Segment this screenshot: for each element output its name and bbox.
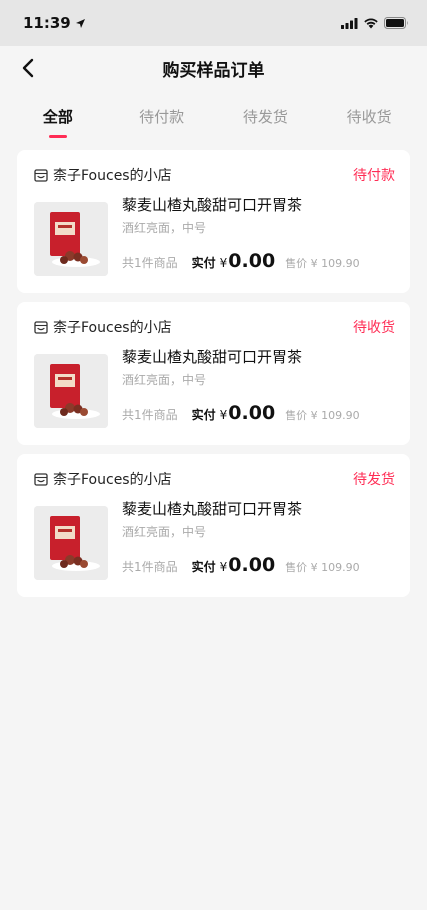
order-status: 待付款 bbox=[353, 168, 395, 184]
tab-label: 待付款 bbox=[139, 108, 185, 126]
product-name: 藜麦山楂丸酸甜可口开胃茶 bbox=[122, 348, 303, 366]
original-price: 售价 ¥ 109.90 bbox=[285, 561, 360, 574]
order-item[interactable]: 藜麦山楂丸酸甜可口开胃茶 酒红亮面，中号 共1件商品 实付 ¥ 0.00 售价 … bbox=[34, 348, 395, 428]
shop-link[interactable]: 柰子Fouces的小店 bbox=[34, 469, 172, 489]
paid-label: 实付 bbox=[191, 560, 216, 574]
status-icons bbox=[341, 17, 409, 29]
price-row: 共1件商品 实付 ¥ 0.00 售价 ¥ 109.90 bbox=[122, 402, 395, 424]
back-button[interactable] bbox=[14, 54, 42, 82]
currency-symbol: ¥ bbox=[219, 560, 228, 574]
original-price: 售价 ¥ 109.90 bbox=[285, 409, 360, 422]
tab-pending-receipt[interactable]: 待收货 bbox=[324, 106, 414, 127]
product-image bbox=[34, 354, 108, 428]
shop-name: 柰子Fouces的小店 bbox=[53, 472, 172, 488]
paid-label: 实付 bbox=[191, 256, 216, 270]
shop-icon bbox=[34, 168, 48, 182]
order-card[interactable]: 柰子Fouces的小店 待发货 藜麦山楂丸酸甜可口开胃茶 酒红亮面，中号 共1件… bbox=[17, 454, 410, 597]
product-spec: 酒红亮面，中号 bbox=[122, 221, 207, 235]
signal-icon bbox=[341, 17, 358, 29]
shop-link[interactable]: 柰子Fouces的小店 bbox=[34, 165, 172, 185]
paid-label: 实付 bbox=[191, 408, 216, 422]
item-count: 共1件商品 bbox=[122, 560, 178, 574]
paid-amount: 0.00 bbox=[228, 554, 276, 576]
status-bar: 11:39 bbox=[0, 0, 427, 46]
shop-icon bbox=[34, 472, 48, 486]
tab-label: 全部 bbox=[42, 108, 73, 126]
item-count: 共1件商品 bbox=[122, 256, 178, 270]
order-card-header: 柰子Fouces的小店 待收货 bbox=[34, 316, 395, 338]
wifi-icon bbox=[364, 18, 378, 29]
back-chevron-icon bbox=[22, 58, 34, 78]
currency-symbol: ¥ bbox=[219, 408, 228, 422]
shop-name: 柰子Fouces的小店 bbox=[53, 168, 172, 184]
order-status: 待收货 bbox=[353, 320, 395, 336]
price-row: 共1件商品 实付 ¥ 0.00 售价 ¥ 109.90 bbox=[122, 250, 395, 272]
order-card[interactable]: 柰子Fouces的小店 待付款 藜麦山楂丸酸甜可口开胃茶 酒红亮面，中号 共1件… bbox=[17, 150, 410, 293]
battery-icon bbox=[384, 17, 408, 29]
item-count: 共1件商品 bbox=[122, 408, 178, 422]
order-card-header: 柰子Fouces的小店 待付款 bbox=[34, 164, 395, 186]
status-time: 11:39 bbox=[23, 14, 86, 32]
order-tabs: 全部 待付款 待发货 待收货 bbox=[0, 90, 427, 150]
order-card-header: 柰子Fouces的小店 待发货 bbox=[34, 468, 395, 490]
paid-amount: 0.00 bbox=[228, 250, 276, 272]
order-list: 柰子Fouces的小店 待付款 藜麦山楂丸酸甜可口开胃茶 酒红亮面，中号 共1件… bbox=[0, 150, 427, 597]
tab-label: 待收货 bbox=[346, 108, 392, 126]
product-info: 藜麦山楂丸酸甜可口开胃茶 酒红亮面，中号 共1件商品 实付 ¥ 0.00 售价 … bbox=[122, 348, 395, 428]
product-spec: 酒红亮面，中号 bbox=[122, 525, 207, 539]
order-item[interactable]: 藜麦山楂丸酸甜可口开胃茶 酒红亮面，中号 共1件商品 实付 ¥ 0.00 售价 … bbox=[34, 196, 395, 276]
nav-bar: 购买样品订单 bbox=[0, 46, 427, 90]
original-price: 售价 ¥ 109.90 bbox=[285, 257, 360, 270]
order-item[interactable]: 藜麦山楂丸酸甜可口开胃茶 酒红亮面，中号 共1件商品 实付 ¥ 0.00 售价 … bbox=[34, 500, 395, 580]
product-name: 藜麦山楂丸酸甜可口开胃茶 bbox=[122, 500, 303, 518]
tab-pending-shipment[interactable]: 待发货 bbox=[220, 106, 310, 127]
tab-label: 待发货 bbox=[242, 108, 288, 126]
order-status: 待发货 bbox=[353, 472, 395, 488]
product-info: 藜麦山楂丸酸甜可口开胃茶 酒红亮面，中号 共1件商品 实付 ¥ 0.00 售价 … bbox=[122, 500, 395, 580]
tab-all[interactable]: 全部 bbox=[13, 106, 103, 138]
location-arrow-icon bbox=[75, 18, 85, 28]
page-title: 购买样品订单 bbox=[162, 60, 265, 81]
paid-amount: 0.00 bbox=[228, 402, 276, 424]
currency-symbol: ¥ bbox=[219, 256, 228, 270]
tab-active-indicator bbox=[48, 135, 67, 138]
time-text: 11:39 bbox=[23, 14, 71, 32]
shop-link[interactable]: 柰子Fouces的小店 bbox=[34, 317, 172, 337]
product-spec: 酒红亮面，中号 bbox=[122, 373, 207, 387]
product-image bbox=[34, 506, 108, 580]
shop-icon bbox=[34, 320, 48, 334]
order-card[interactable]: 柰子Fouces的小店 待收货 藜麦山楂丸酸甜可口开胃茶 酒红亮面，中号 共1件… bbox=[17, 302, 410, 445]
product-name: 藜麦山楂丸酸甜可口开胃茶 bbox=[122, 196, 303, 214]
shop-name: 柰子Fouces的小店 bbox=[53, 320, 172, 336]
price-row: 共1件商品 实付 ¥ 0.00 售价 ¥ 109.90 bbox=[122, 554, 395, 576]
product-image bbox=[34, 202, 108, 276]
tab-pending-payment[interactable]: 待付款 bbox=[117, 106, 207, 127]
product-info: 藜麦山楂丸酸甜可口开胃茶 酒红亮面，中号 共1件商品 实付 ¥ 0.00 售价 … bbox=[122, 196, 395, 276]
